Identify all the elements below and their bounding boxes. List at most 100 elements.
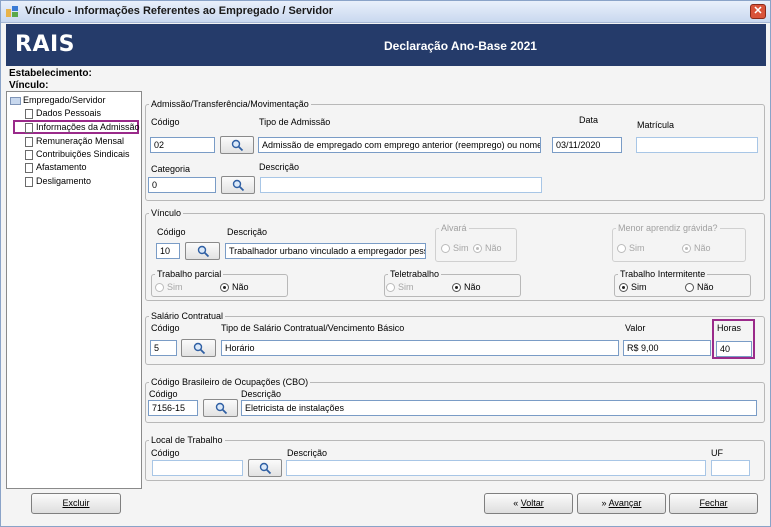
document-icon (25, 136, 33, 147)
title-bar: Vínculo - Informações Referentes ao Empr… (1, 1, 770, 23)
excluir-button[interactable]: Excluir (31, 493, 121, 514)
local-trabalho-legend: Local de Trabalho (149, 435, 225, 445)
admissao-codigo-label: Código (151, 117, 180, 127)
double-chevron-right-icon: » (601, 498, 607, 508)
parcial-sim-label: Sim (167, 282, 183, 292)
rais-logo: RAIS (15, 32, 75, 57)
salario-search-button[interactable] (181, 339, 216, 357)
tipo-salario-label: Tipo de Salário Contratual/Vencimento Bá… (221, 323, 405, 333)
cbo-codigo-input[interactable]: 7156-15 (148, 400, 198, 416)
alvara-sim-radio[interactable]: Sim (441, 243, 469, 254)
teletrabalho-legend: Teletrabalho (388, 269, 442, 279)
matricula-label: Matrícula (637, 120, 675, 130)
alvara-nao-label: Não (485, 243, 502, 253)
document-icon (25, 176, 33, 187)
admissao-codigo-input[interactable]: 02 (150, 137, 215, 153)
salario-codigo-label: Código (151, 323, 180, 333)
salario-legend: Salário Contratual (149, 311, 226, 321)
vinculo-codigo-input[interactable]: 10 (156, 243, 180, 259)
window-title: Vínculo - Informações Referentes ao Empr… (25, 5, 334, 17)
tree-item-label: Informações da Admissão (36, 122, 140, 132)
cbo-search-button[interactable] (203, 399, 238, 417)
tree-item-desligamento[interactable]: Desligamento (25, 176, 91, 187)
vinculo-search-button[interactable] (185, 242, 220, 260)
intermitente-sim-radio[interactable]: Sim (619, 282, 647, 293)
radio-icon (452, 283, 461, 293)
search-icon (215, 402, 227, 415)
menor-nao-radio[interactable]: Não (682, 243, 711, 254)
cbo-legend: Código Brasileiro de Ocupações (CBO) (149, 377, 311, 387)
alvara-nao-radio[interactable]: Não (473, 243, 502, 254)
radio-icon (441, 244, 450, 254)
fechar-button[interactable]: Fechar (669, 493, 758, 514)
cbo-codigo-label: Código (149, 389, 178, 399)
tipo-admissao-input[interactable]: Admissão de empregado com emprego anteri… (258, 137, 541, 153)
teletrabalho-nao-label: Não (464, 282, 481, 292)
alvara-legend: Alvará (439, 223, 469, 233)
salario-codigo-input[interactable]: 5 (150, 340, 177, 356)
document-icon (25, 122, 33, 133)
local-codigo-input[interactable] (152, 460, 243, 476)
intermitente-nao-radio[interactable]: Não (685, 282, 714, 293)
document-icon (25, 108, 33, 119)
search-icon (193, 342, 205, 355)
tipo-admissao-label: Tipo de Admissão (259, 117, 331, 127)
tree-item-label: Dados Pessoais (36, 108, 102, 118)
uf-label: UF (711, 448, 723, 458)
tree-item-remuneracao[interactable]: Remuneração Mensal (25, 136, 124, 147)
tree-item-label: Contribuições Sindicais (36, 149, 130, 159)
radio-icon (155, 283, 164, 293)
tree-item-informacoes-admissao[interactable]: Informações da Admissão (13, 120, 140, 134)
valor-input[interactable]: R$ 9,00 (623, 340, 711, 356)
matricula-input[interactable] (636, 137, 758, 153)
radio-icon (473, 244, 482, 254)
menor-sim-radio[interactable]: Sim (617, 243, 645, 254)
uf-input[interactable] (711, 460, 750, 476)
estabelecimento-label: Estabelecimento: (9, 68, 92, 79)
vinculo-descricao-input[interactable]: Trabalhador urbano vinculado a empregado… (225, 243, 426, 259)
parcial-nao-radio[interactable]: Não (220, 282, 249, 293)
menor-aprendiz-legend: Menor aprendiz grávida? (616, 223, 720, 233)
app-icon (6, 6, 18, 17)
search-icon (232, 179, 245, 192)
tree-item-dados-pessoais[interactable]: Dados Pessoais (25, 108, 101, 119)
local-descricao-input[interactable] (286, 460, 706, 476)
close-button[interactable]: ✕ (750, 4, 766, 19)
voltar-button[interactable]: « Voltar (484, 493, 573, 514)
categoria-descricao-input[interactable] (260, 177, 542, 193)
vinculo-legend: Vínculo (149, 208, 184, 218)
local-descricao-label: Descrição (287, 448, 328, 458)
data-input[interactable]: 03/11/2020 (552, 137, 622, 153)
document-icon (25, 149, 33, 160)
trabalho-intermitente-legend: Trabalho Intermitente (618, 269, 708, 279)
categoria-input[interactable]: 0 (148, 177, 216, 193)
banner: RAIS Declaração Ano-Base 2021 (6, 24, 766, 66)
admissao-codigo-search-button[interactable] (220, 136, 254, 154)
cbo-descricao-label: Descrição (241, 389, 282, 399)
trabalho-parcial-legend: Trabalho parcial (155, 269, 224, 279)
categoria-search-button[interactable] (221, 176, 255, 194)
tree-root-label: Empregado/Servidor (23, 95, 106, 105)
excluir-label: Excluir (62, 498, 90, 508)
cbo-descricao-input[interactable]: Eletricista de instalações (241, 400, 757, 416)
avancar-button[interactable]: » Avançar (577, 493, 666, 514)
teletrabalho-sim-radio[interactable]: Sim (386, 282, 414, 293)
admissao-legend: Admissão/Transferência/Movimentação (149, 99, 311, 109)
tree-item-afastamento[interactable]: Afastamento (25, 162, 87, 173)
data-label: Data (579, 115, 599, 125)
parcial-sim-radio[interactable]: Sim (155, 282, 183, 293)
fechar-label: Fechar (699, 498, 728, 508)
local-search-button[interactable] (248, 459, 282, 477)
parcial-nao-label: Não (232, 282, 249, 292)
local-codigo-label: Código (151, 448, 180, 458)
teletrabalho-nao-radio[interactable]: Não (452, 282, 481, 293)
horas-input[interactable]: 40 (716, 341, 752, 357)
tree-root[interactable]: Empregado/Servidor (10, 95, 106, 105)
tree-item-contribuicoes[interactable]: Contribuições Sindicais (25, 149, 130, 160)
categoria-label: Categoria (151, 164, 191, 174)
search-icon (259, 462, 272, 475)
radio-icon (220, 283, 229, 293)
voltar-label: Voltar (520, 498, 544, 508)
tipo-salario-input[interactable]: Horário (221, 340, 619, 356)
teletrabalho-sim-label: Sim (398, 282, 414, 292)
